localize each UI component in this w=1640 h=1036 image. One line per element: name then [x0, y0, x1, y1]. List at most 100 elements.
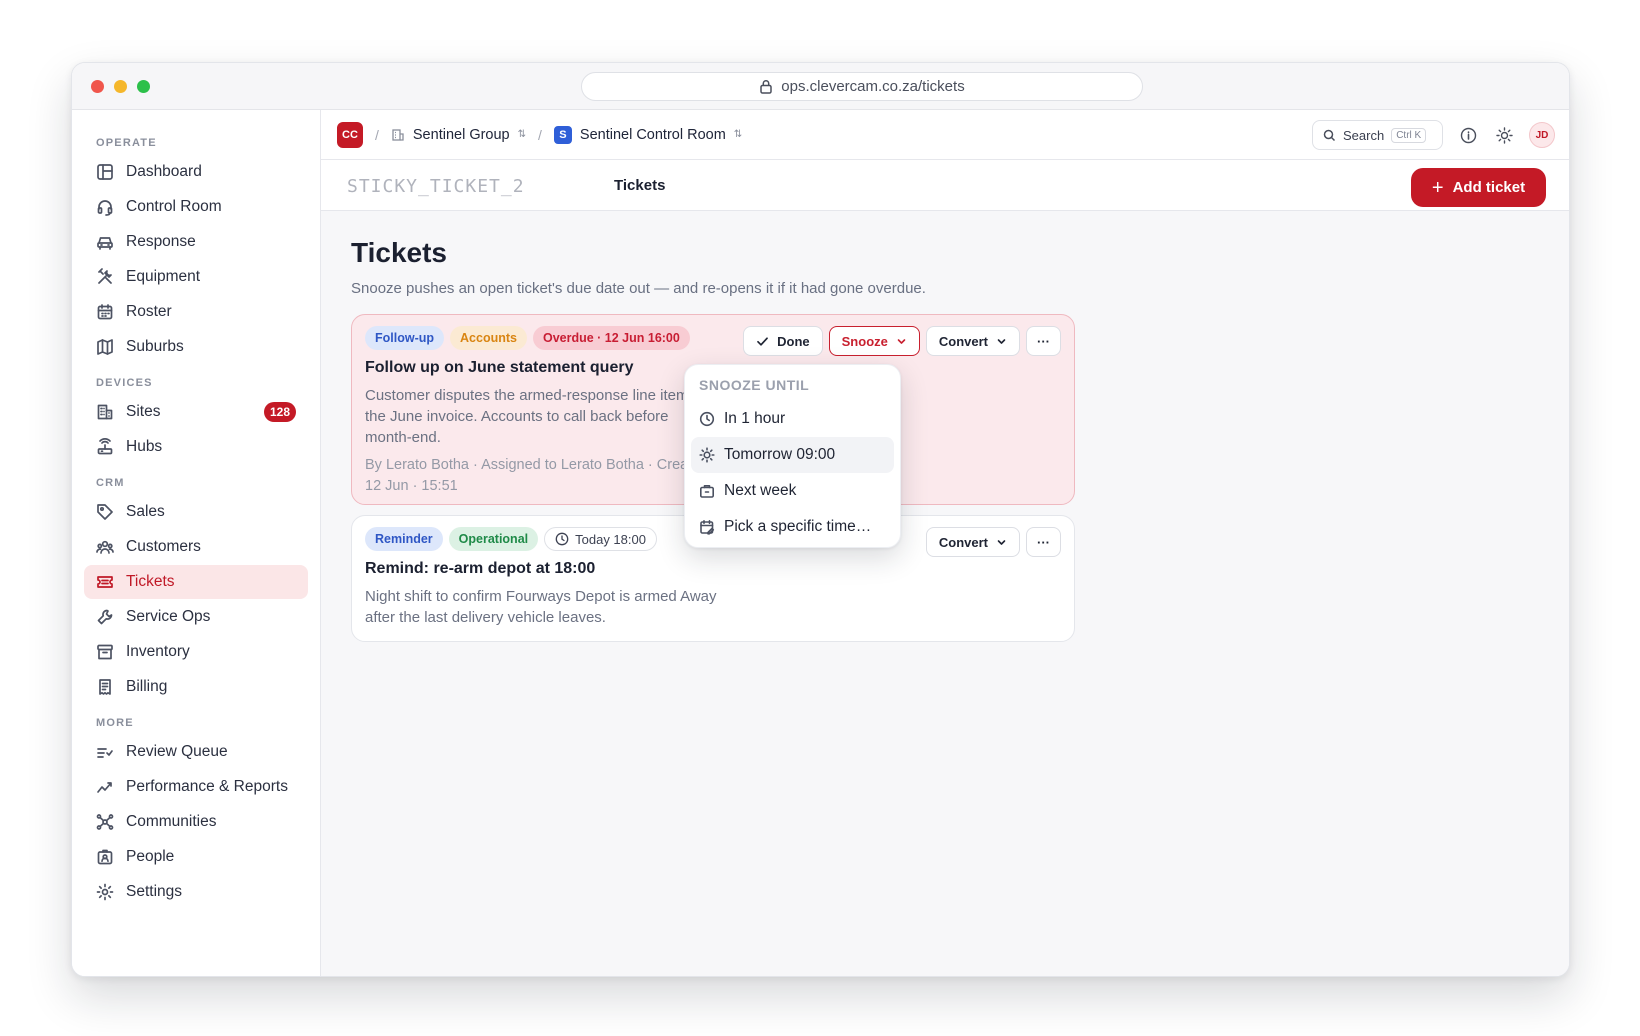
snooze-option-pick-time[interactable]: Pick a specific time… [691, 509, 894, 545]
sidebar-item-performance-reports[interactable]: Performance & Reports [84, 770, 308, 804]
sidebar-item-tickets[interactable]: Tickets [84, 565, 308, 599]
tag-overdue: Overdue · 12 Jun 16:00 [532, 326, 690, 350]
done-button[interactable]: Done [743, 326, 823, 356]
sidebar-item-response[interactable]: Response [84, 225, 308, 259]
avatar[interactable]: JD [1529, 122, 1555, 148]
lock-icon [760, 80, 773, 94]
sidebar-item-label: Tickets [126, 573, 175, 590]
add-ticket-button[interactable]: + Add ticket [1411, 168, 1546, 207]
sidebar-item-label: Dashboard [126, 163, 202, 180]
sidebar-item-label: People [126, 848, 175, 865]
calendar-icon [97, 304, 113, 320]
sidebar-item-inventory[interactable]: Inventory [84, 635, 308, 669]
dashboard-icon [97, 164, 113, 180]
list-check-icon [97, 748, 113, 758]
snooze-option-1-hour[interactable]: In 1 hour [691, 401, 894, 437]
sidebar-item-label: Customers [126, 538, 201, 555]
breadcrumb: CC / Sentinel Group ⇅ / S Sentinel Contr… [337, 122, 742, 148]
sidebar-item-hubs[interactable]: Hubs [84, 430, 308, 464]
nav-section-more: MORE [96, 717, 134, 729]
ticket-title: Remind: re-arm depot at 18:00 [365, 560, 596, 577]
browser-titlebar: ops.clevercam.co.za/tickets [72, 63, 1569, 110]
option-label: Tomorrow 09:00 [724, 446, 836, 463]
building-icon [97, 404, 113, 420]
maximize-window-button[interactable] [137, 80, 150, 93]
breadcrumb-separator: / [538, 127, 542, 143]
snooze-option-tomorrow[interactable]: Tomorrow 09:00 [691, 437, 894, 473]
nav-section-devices: DEVICES [96, 377, 153, 389]
clock-icon [555, 532, 569, 546]
info-icon[interactable] [1457, 124, 1479, 146]
group-switcher[interactable]: Sentinel Group ⇅ [391, 127, 526, 143]
tag-reminder: Reminder [365, 527, 443, 551]
convert-button[interactable]: Convert [925, 326, 1020, 356]
sidebar-item-billing[interactable]: Billing [84, 670, 308, 704]
plus-icon: + [1431, 176, 1444, 199]
sidebar-item-people[interactable]: People [84, 840, 308, 874]
page-title: Tickets [351, 237, 447, 268]
address-bar[interactable]: ops.clevercam.co.za/tickets [581, 72, 1143, 101]
sun-icon [699, 447, 715, 463]
network-icon [96, 814, 114, 830]
router-icon [97, 438, 113, 455]
close-window-button[interactable] [91, 80, 104, 93]
minimize-window-button[interactable] [114, 80, 127, 93]
snooze-option-next-week[interactable]: Next week [691, 473, 894, 509]
calendar-edit-icon [700, 520, 715, 535]
check-icon [757, 336, 768, 346]
sidebar-item-control-room[interactable]: Control Room [84, 190, 308, 224]
tag-due-time: Today 18:00 [544, 527, 657, 551]
chevron-updown-icon: ⇅ [517, 129, 527, 140]
sidebar-item-label: Suburbs [126, 338, 184, 355]
sidebar-item-label: Hubs [126, 438, 163, 455]
sidebar: OPERATE Dashboard Control Room Response … [72, 110, 321, 976]
snooze-button[interactable]: Snooze [828, 326, 920, 356]
control-room-logo: S [553, 126, 572, 144]
users-icon [96, 540, 114, 554]
sidebar-item-sites[interactable]: Sites 128 [84, 395, 308, 429]
archive-icon [97, 644, 113, 660]
sidebar-item-equipment[interactable]: Equipment [84, 260, 308, 294]
wrench-icon [97, 609, 113, 625]
sidebar-item-label: Control Room [126, 198, 222, 215]
due-time-label: Today 18:00 [575, 531, 646, 547]
sidebar-item-settings[interactable]: Settings [84, 875, 308, 909]
ticket-title: Follow up on June statement query [365, 359, 634, 376]
ticket-icon [97, 576, 113, 588]
sidebar-item-sales[interactable]: Sales [84, 495, 308, 529]
chevron-down-icon [997, 539, 1006, 545]
tag-accounts: Accounts [450, 326, 527, 350]
option-label: Next week [724, 482, 797, 499]
option-label: In 1 hour [724, 410, 786, 427]
more-actions-button[interactable]: ··· [1026, 326, 1061, 356]
top-bar: CC / Sentinel Group ⇅ / S Sentinel Contr… [321, 110, 1569, 160]
more-icon: ··· [1037, 534, 1050, 550]
tag-icon [97, 504, 113, 520]
sidebar-item-suburbs[interactable]: Suburbs [84, 330, 308, 364]
sidebar-item-service-ops[interactable]: Service Ops [84, 600, 308, 634]
search-button[interactable]: Search Ctrl K [1312, 120, 1443, 150]
sticky-label: STICKY_TICKET_2 [347, 176, 525, 197]
sidebar-item-dashboard[interactable]: Dashboard [84, 155, 308, 189]
tag-follow-up: Follow-up [365, 326, 445, 350]
tag-operational: Operational [448, 527, 539, 551]
url-text: ops.clevercam.co.za/tickets [781, 78, 965, 95]
sidebar-item-label: Roster [126, 303, 172, 320]
org-logo[interactable]: CC [337, 122, 363, 148]
breadcrumb-separator: / [375, 127, 379, 143]
sidebar-item-customers[interactable]: Customers [84, 530, 308, 564]
ticket-meta: By Lerato Botha · Assigned to Lerato Bot… [365, 457, 709, 494]
sidebar-item-communities[interactable]: Communities [84, 805, 308, 839]
nav-section-crm: CRM [96, 477, 125, 489]
sidebar-item-label: Review Queue [126, 743, 228, 760]
more-actions-button[interactable]: ··· [1026, 527, 1061, 557]
sun-icon[interactable] [1493, 124, 1515, 146]
briefcase-icon [699, 485, 714, 498]
control-room-switcher[interactable]: S Sentinel Control Room ⇅ [553, 126, 742, 144]
chevron-down-icon [897, 338, 906, 344]
sidebar-item-roster[interactable]: Roster [84, 295, 308, 329]
gear-icon [96, 883, 114, 901]
building-icon [392, 129, 404, 141]
sidebar-item-review-queue[interactable]: Review Queue [84, 735, 308, 769]
convert-button[interactable]: Convert [925, 527, 1020, 557]
